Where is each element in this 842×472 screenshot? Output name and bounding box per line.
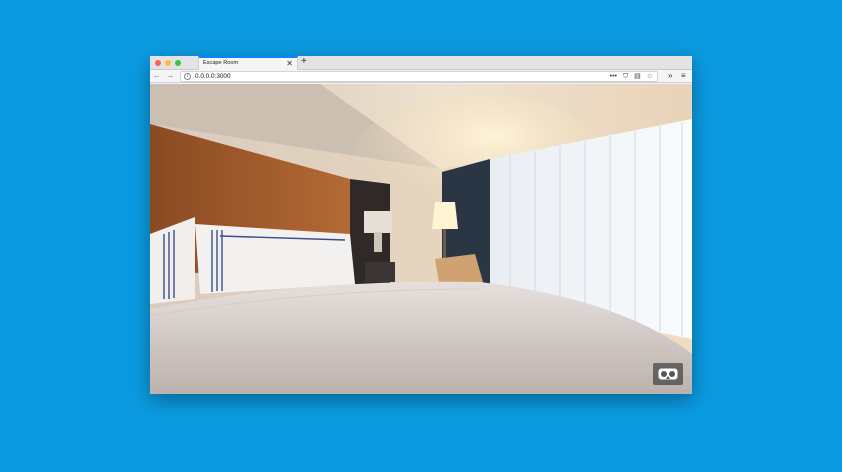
wall-sconce: [364, 211, 392, 233]
vr-mode-button[interactable]: [653, 363, 683, 385]
address-bar[interactable]: i 0.0.0.0:3000 ••• ⛉ ▤ ☆: [180, 71, 658, 82]
panorama-viewport[interactable]: [150, 84, 692, 394]
toolbar-overflow-icon[interactable]: »: [668, 71, 672, 81]
close-window-button[interactable]: [155, 60, 161, 66]
hotel-room-scene: [150, 84, 692, 394]
pillow-right: [195, 224, 355, 294]
minimize-window-button[interactable]: [165, 60, 171, 66]
new-tab-button[interactable]: +: [301, 56, 307, 69]
pocket-icon[interactable]: ⛉: [623, 73, 628, 80]
url-actions: ••• ⛉ ▤ ☆: [606, 72, 653, 81]
tab-escape-room[interactable]: Escape Room ✕: [198, 56, 298, 70]
navigation-bar: ← → i 0.0.0.0:3000 ••• ⛉ ▤ ☆ » ≡: [150, 70, 692, 83]
back-arrow-icon[interactable]: ←: [153, 71, 161, 81]
floor-lamp-stand: [443, 229, 446, 259]
bookmark-star-icon[interactable]: ☆: [647, 73, 653, 80]
zoom-window-button[interactable]: [175, 60, 181, 66]
reader-view-icon[interactable]: ▤: [634, 73, 641, 80]
tab-close-icon[interactable]: ✕: [286, 58, 293, 69]
page-actions-icon[interactable]: •••: [610, 73, 617, 80]
floor-lamp-shade: [432, 202, 458, 229]
site-info-icon[interactable]: i: [184, 73, 191, 80]
nightstand: [365, 262, 395, 282]
sconce-arm: [374, 232, 382, 252]
forward-arrow-icon[interactable]: →: [166, 71, 174, 81]
url-text[interactable]: 0.0.0.0:3000: [195, 73, 231, 80]
tab-title: Escape Room: [203, 60, 239, 66]
vr-headset-icon: [658, 368, 678, 380]
hamburger-menu-icon[interactable]: ≡: [681, 71, 686, 81]
browser-window: Escape Room ✕ + ← → i 0.0.0.0:3000 ••• ⛉…: [150, 56, 692, 394]
tab-strip: Escape Room ✕ +: [150, 56, 692, 70]
